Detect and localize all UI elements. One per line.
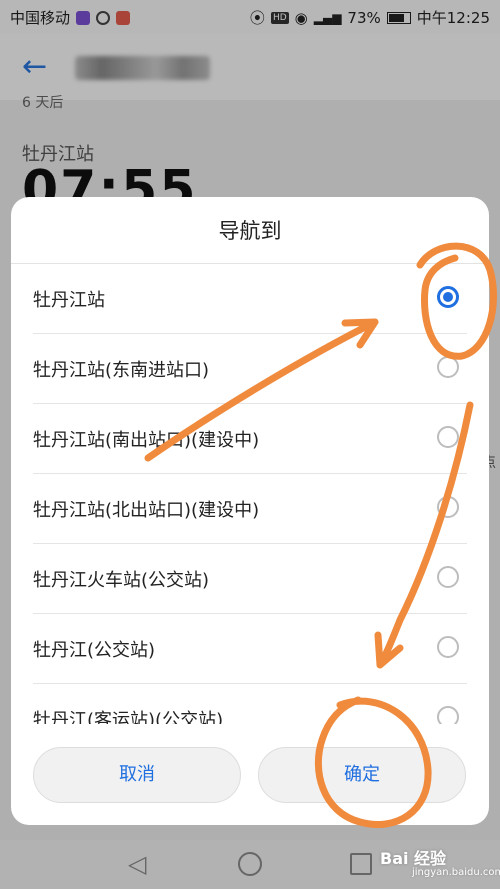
destination-option[interactable]: 牡丹江(客运站)(公交站) (11, 684, 489, 724)
destination-option[interactable]: 牡丹江站 (11, 264, 489, 334)
destination-option[interactable]: 牡丹江站(东南进站口) (11, 334, 489, 404)
radio-unselected-icon[interactable] (437, 426, 459, 448)
radio-unselected-icon[interactable] (437, 566, 459, 588)
navigate-to-dialog: 导航到 牡丹江站 牡丹江站(东南进站口) 牡丹江站(南出站口)(建设中) 牡丹江… (11, 197, 489, 825)
watermark-logo: Bai 经验 (380, 849, 447, 868)
option-label: 牡丹江站(南出站口)(建设中) (33, 430, 260, 451)
dialog-title: 导航到 (218, 219, 282, 243)
option-label: 牡丹江站 (33, 290, 105, 311)
radio-unselected-icon[interactable] (437, 706, 459, 724)
option-label: 牡丹江(公交站) (33, 640, 156, 661)
confirm-button[interactable]: 确定 (258, 747, 466, 803)
destination-option[interactable]: 牡丹江火车站(公交站) (11, 544, 489, 614)
option-label: 牡丹江火车站(公交站) (33, 570, 210, 591)
destination-option[interactable]: 牡丹江站(南出站口)(建设中) (11, 404, 489, 474)
radio-selected-icon[interactable] (437, 286, 459, 308)
option-label: 牡丹江站(东南进站口) (33, 360, 210, 381)
option-label: 牡丹江(客运站)(公交站) (33, 710, 224, 724)
destination-option[interactable]: 牡丹江(公交站) (11, 614, 489, 684)
destination-list: 牡丹江站 牡丹江站(东南进站口) 牡丹江站(南出站口)(建设中) 牡丹江站(北出… (11, 264, 489, 724)
cancel-button[interactable]: 取消 (33, 747, 241, 803)
option-label: 牡丹江站(北出站口)(建设中) (33, 500, 260, 521)
radio-unselected-icon[interactable] (437, 636, 459, 658)
destination-option[interactable]: 牡丹江站(北出站口)(建设中) (11, 474, 489, 544)
radio-unselected-icon[interactable] (437, 356, 459, 378)
watermark-url: jingyan.baidu.com (412, 867, 500, 878)
radio-unselected-icon[interactable] (437, 496, 459, 518)
